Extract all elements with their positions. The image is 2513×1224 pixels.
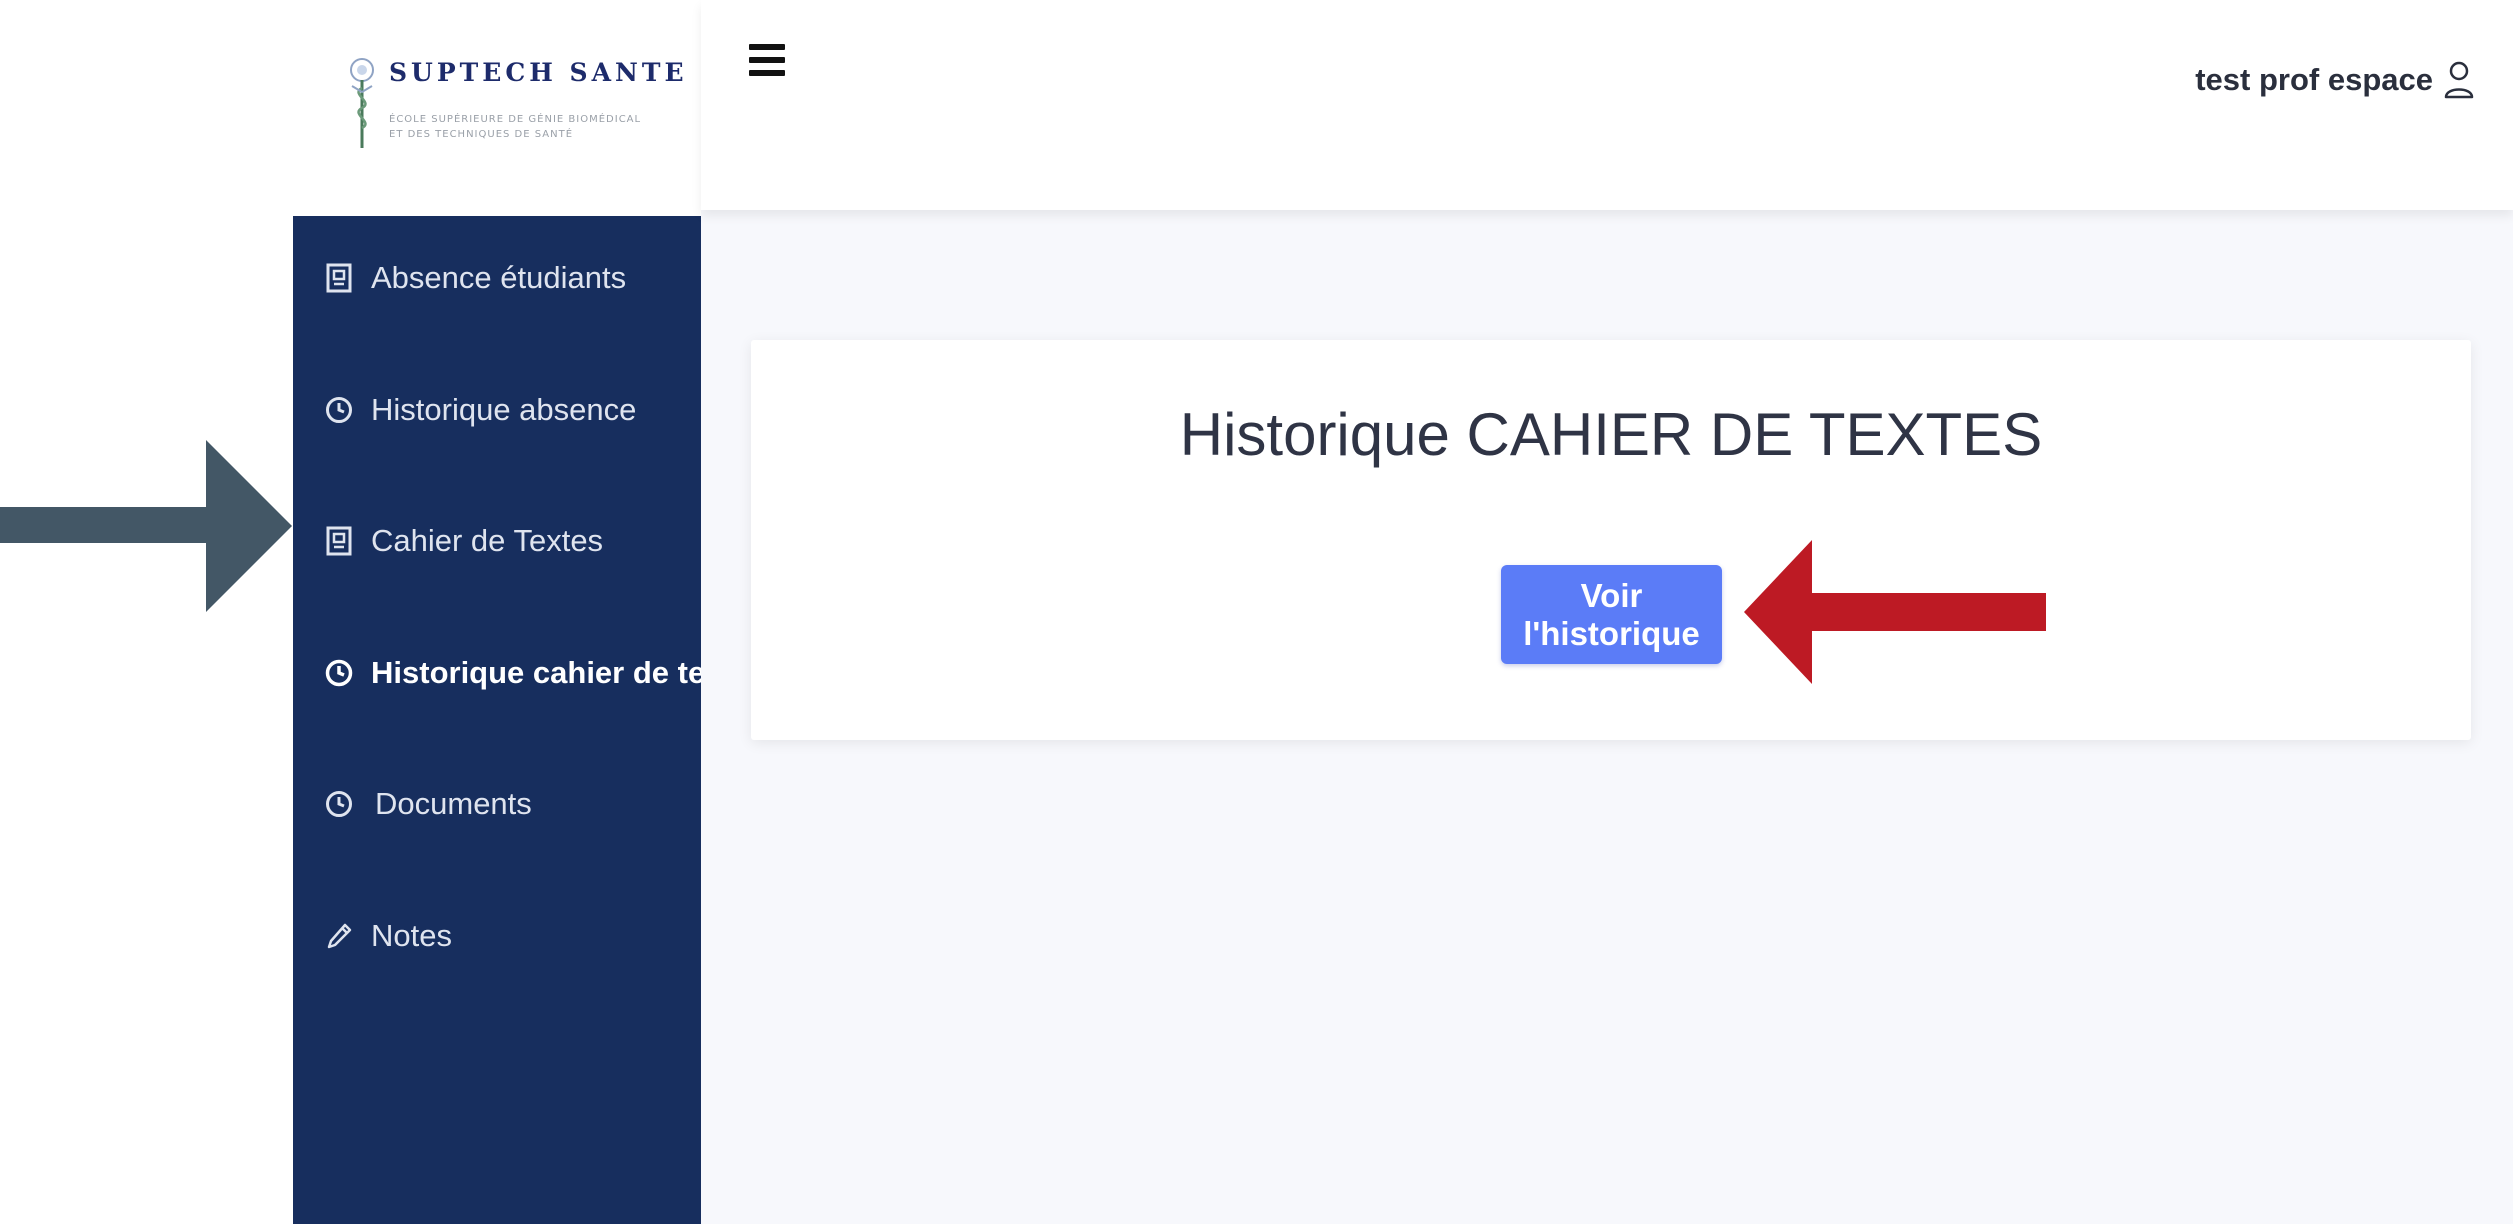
- sidebar-item-historique-absence[interactable]: Historique absence: [325, 380, 636, 440]
- topbar: test prof espace: [701, 0, 2513, 210]
- sidebar-brand[interactable]: SUPTECH SANTE ÉCOLE SUPÉRIEURE DE GÉNIE …: [293, 0, 701, 216]
- sidebar-item-label: Notes: [371, 918, 452, 953]
- hamburger-menu-icon[interactable]: [749, 44, 785, 88]
- pen-icon: [325, 922, 353, 950]
- sidebar-item-label: Cahier de Textes: [371, 523, 604, 558]
- user-icon: [2444, 61, 2474, 99]
- sidebar-item-label: Absence étudiants: [371, 260, 627, 295]
- sidebar-item-documents[interactable]: Documents: [325, 774, 532, 834]
- user-name: test prof espace: [2195, 62, 2433, 97]
- sidebar-item-label: Documents: [375, 786, 532, 821]
- annotation-arrow-right: [0, 440, 292, 612]
- clock-icon: [325, 790, 353, 818]
- sidebar-item-label: Historique absence: [371, 392, 637, 427]
- sidebar-item-absence-etudiants[interactable]: Absence étudiants: [325, 248, 626, 308]
- main-content: Historique CAHIER DE TEXTES Voir l'histo…: [701, 210, 2513, 1224]
- brand-name: SUPTECH SANTE: [389, 58, 688, 87]
- sidebar: SUPTECH SANTE ÉCOLE SUPÉRIEURE DE GÉNIE …: [293, 0, 767, 1224]
- clock-icon: [325, 396, 353, 424]
- page-title: Historique CAHIER DE TEXTES: [1179, 401, 2043, 468]
- sidebar-item-cahier-de-textes[interactable]: Cahier de Textes: [325, 511, 603, 571]
- history-card: Historique CAHIER DE TEXTES Voir l'histo…: [751, 340, 2471, 740]
- page: SUPTECH SANTE ÉCOLE SUPÉRIEURE DE GÉNIE …: [0, 0, 2513, 1224]
- brand-tagline-line-1: ÉCOLE SUPÉRIEURE DE GÉNIE BIOMÉDICAL: [389, 114, 642, 125]
- document-icon: [325, 263, 353, 293]
- sidebar-item-notes[interactable]: Notes: [325, 906, 452, 966]
- brand-tagline-line-2: ET DES TECHNIQUES DE SANTÉ: [389, 129, 574, 140]
- user-menu[interactable]: test prof espace: [2195, 60, 2475, 100]
- view-history-button[interactable]: Voir l'historique: [1501, 565, 1722, 664]
- document-icon: [325, 526, 353, 556]
- caduceus-logo-icon: [350, 58, 374, 148]
- brand-tagline: ÉCOLE SUPÉRIEURE DE GÉNIE BIOMÉDICAL ET …: [389, 112, 689, 142]
- clock-icon: [325, 659, 353, 687]
- annotation-arrow-left: [1744, 540, 2046, 684]
